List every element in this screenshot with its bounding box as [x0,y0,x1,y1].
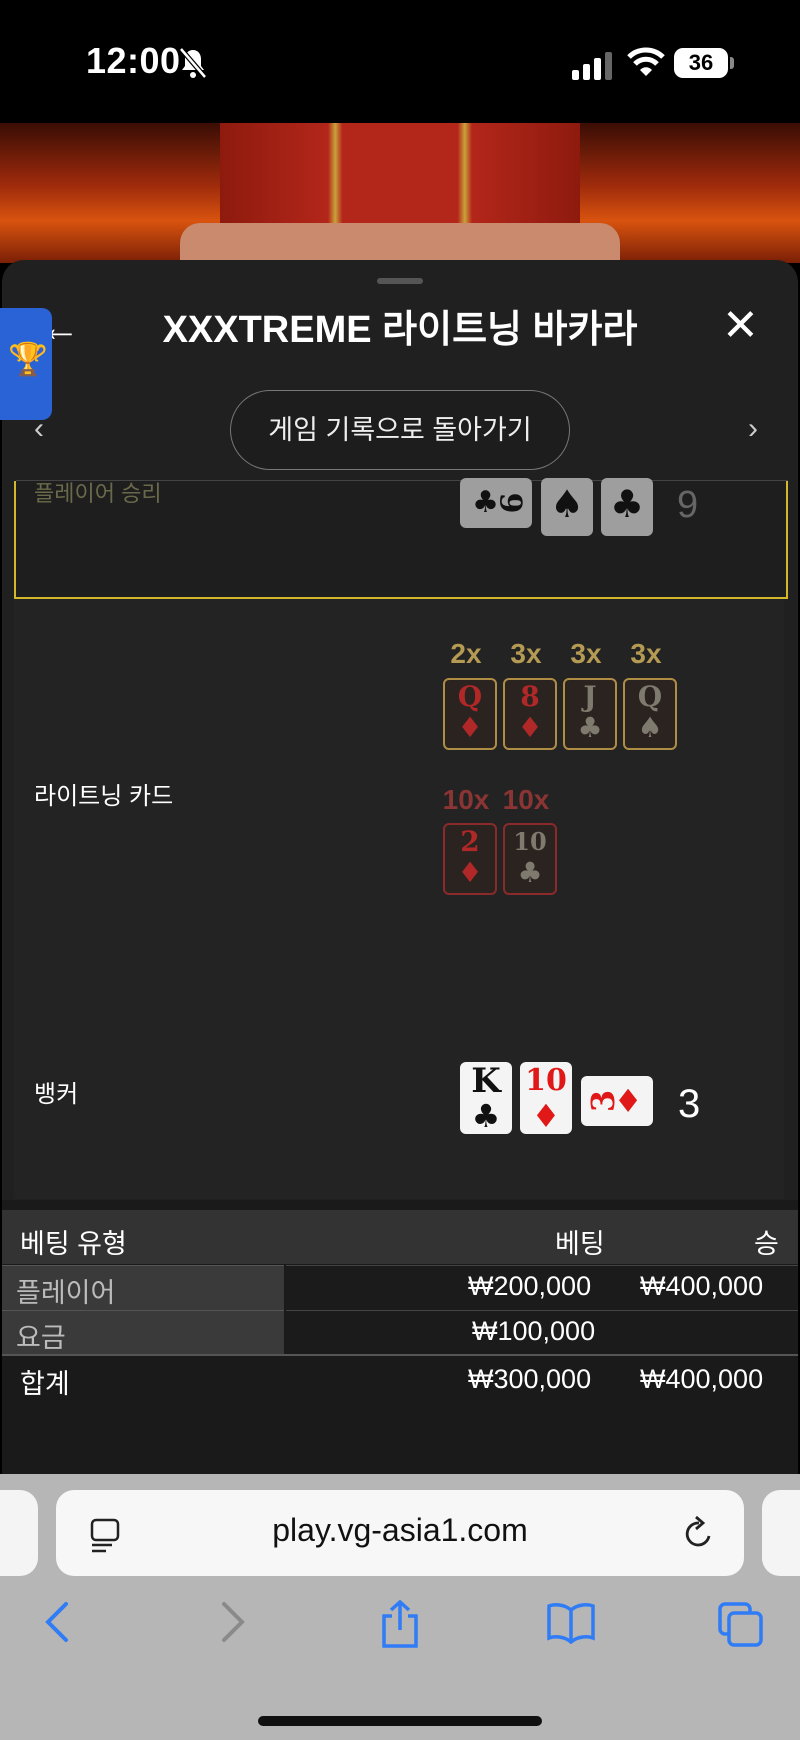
previous-tab-preview[interactable] [0,1490,38,1576]
url-text[interactable]: play.vg-asia1.com [56,1512,744,1549]
card-rank: 9 [492,492,528,514]
multiplier-label: 3x [570,638,602,669]
card-rank: K [471,1061,501,1101]
card-rank: 8 [520,680,540,713]
header-win: 승 [754,1229,779,1259]
multiplier-label: 10x [502,784,550,815]
player-score: 9 [677,484,699,526]
bookmarks-icon[interactable] [546,1600,596,1644]
multiplier-label: 10x [442,784,490,815]
card-rank: J [583,680,597,713]
dealer-arms-image [180,223,620,263]
back-nav-icon[interactable] [40,1600,76,1644]
back-to-history-button[interactable]: 게임 기록으로 돌아가기 [230,390,570,470]
card-rank: Q [457,680,483,713]
player-label: 플레이어 승리 [34,481,162,506]
total-bet: ₩300,000 [468,1364,592,1394]
wifi-icon [627,47,665,76]
card-suit: ♦ [457,856,483,889]
close-icon[interactable]: ✕ [722,300,759,351]
multiplier-label: 2x [450,638,482,669]
card-suit: ♣ [609,481,645,526]
banker-card-1: K ♣ [460,1062,512,1134]
row-bet-type: 요금 [16,1323,66,1353]
multiplier-label: 3x [630,638,662,669]
next-tab-preview[interactable] [762,1490,800,1576]
total-win: ₩400,000 [640,1364,764,1394]
row-bet-amount: ₩200,000 [468,1271,592,1301]
player-card-3: ♣ [601,478,653,536]
lightning-card: Q ♦ [443,678,497,750]
total-label: 합계 [20,1369,70,1399]
player-card-2: ♠ [541,478,593,536]
banker-label: 뱅커 [34,1081,79,1108]
multiplier-label: 3x [510,638,542,669]
live-video-background [0,123,800,263]
total-divider [2,1354,798,1356]
row-bet-type: 플레이어 [16,1278,116,1308]
row-bet-amount: ₩100,000 [472,1316,596,1346]
bell-muted-icon [179,47,207,79]
tabs-icon[interactable] [716,1600,764,1648]
battery-indicator: 36 [674,48,728,78]
card-suit: ♠ [637,711,663,744]
header-bet-type: 베팅 유형 [20,1229,127,1259]
card-suit: ♣ [577,711,603,744]
reload-icon[interactable] [682,1514,716,1552]
lightning-card: 2 ♦ [443,823,497,895]
card-suit: ♠ [549,481,585,526]
lightning-cards-label: 라이트닝 카드 [34,783,174,810]
player-card-1: ♣9 [460,478,532,528]
card-rank: 2 [460,825,480,858]
lightning-card: 10 ♣ [503,823,557,895]
card-rank: 10 [513,827,547,856]
table-header: 베팅 유형 베팅 승 [2,1210,798,1264]
table-row: 요금 ₩100,000 [2,1310,798,1355]
card-suit: ♦ [517,711,543,744]
drag-handle[interactable] [377,278,423,284]
lightning-card: 8 ♦ [503,678,557,750]
header-bet: 베팅 [555,1229,605,1259]
previous-round-chevron-icon[interactable]: ‹ [34,412,44,446]
card-rank: 3 [583,1089,622,1113]
cellular-signal-icon [572,52,612,80]
table-row: 플레이어 ₩200,000 ₩400,000 [2,1265,798,1310]
card-rank: 10 [525,1063,567,1098]
panel-title: XXXTREME 라이트닝 바카라 [162,309,638,351]
banker-card-2: 10 ♦ [520,1062,572,1134]
table-total-row: 합계 ₩300,000 ₩400,000 [2,1358,798,1402]
home-indicator[interactable] [258,1716,542,1726]
clock: 12:00 [86,40,181,81]
share-icon[interactable] [378,1600,422,1650]
card-suit: ♦ [531,1097,561,1135]
next-round-chevron-icon[interactable]: › [748,412,758,446]
lightning-card: Q ♠ [623,678,677,750]
card-suit: ♣ [471,1097,501,1135]
trophy-icon[interactable]: 🏆 [8,340,48,378]
forward-nav-icon[interactable] [214,1600,250,1644]
row-win-amount: ₩400,000 [640,1271,764,1301]
card-suit: ♣ [517,856,543,889]
card-rank: Q [637,680,663,713]
card-suit: ♦ [457,711,483,744]
battery-tip [730,57,734,69]
lightning-card: J ♣ [563,678,617,750]
banker-score: 3 [678,1082,701,1126]
banker-card-3: 3♦ [581,1076,653,1126]
